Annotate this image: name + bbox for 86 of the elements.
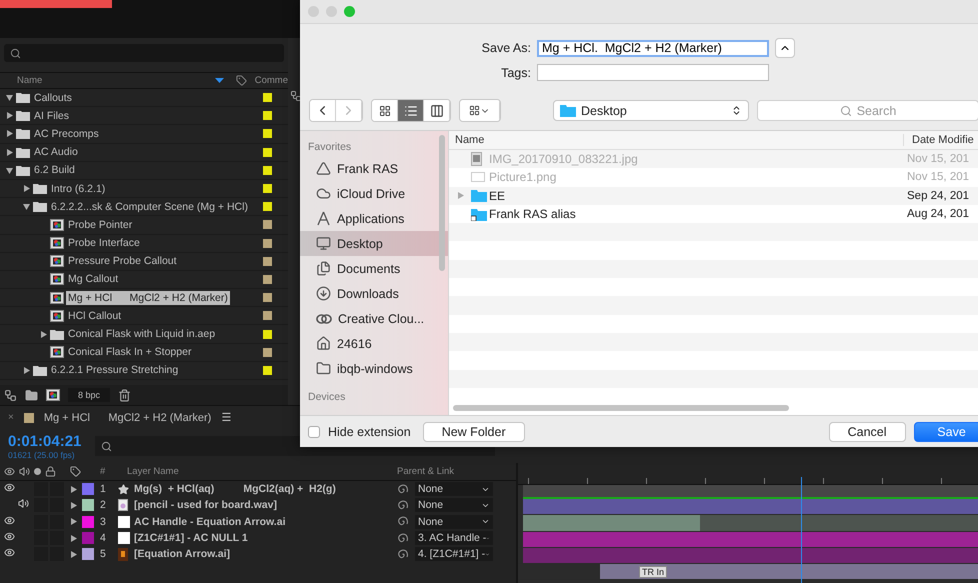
project-item[interactable]: Conical Flask with Liquid in.aep: [0, 325, 288, 344]
column-header: Parent & Link: [397, 466, 454, 477]
layer-number: 5: [100, 548, 106, 560]
project-item[interactable]: 6.2 Build: [0, 162, 288, 180]
project-item[interactable]: AC Precomps: [0, 125, 288, 144]
field-label: Tags:: [500, 66, 531, 80]
timecode[interactable]: 0:01:04:21: [8, 432, 95, 450]
project-item[interactable]: HCl Callout: [0, 307, 288, 326]
item-name: AI Files: [33, 108, 70, 123]
layer-row[interactable]: 2 [pencil - used for board.wav] None: [0, 497, 516, 514]
sidebar-item[interactable]: Frank RAS: [300, 156, 448, 181]
sidebar-item[interactable]: 24616: [300, 331, 448, 356]
sidebar-item[interactable]: ibqb-windows: [300, 356, 448, 381]
column-header[interactable]: Name: [17, 75, 215, 86]
section-title: Devices: [307, 390, 346, 405]
parent-dropdown[interactable]: 4. [Z1C#1#1] -: [415, 547, 493, 562]
column-header: Layer Name: [127, 466, 179, 477]
project-item[interactable]: Pressure Probe Callout: [0, 252, 288, 271]
layer-marker[interactable]: TR In: [639, 566, 668, 578]
parent-dropdown[interactable]: None: [415, 514, 493, 529]
dialog-button[interactable]: New Folder: [422, 422, 525, 442]
item-name: HCl Callout: [67, 308, 122, 323]
project-item[interactable]: Conical Flask In + Stopper: [0, 344, 288, 362]
sidebar-item[interactable]: Applications: [300, 206, 448, 231]
save-button[interactable]: Save: [914, 422, 978, 442]
column-header[interactable]: Date Modifie: [904, 134, 974, 146]
project-item[interactable]: Callouts: [0, 89, 288, 108]
file-name-field[interactable]: Mg + HCl. MgCl2 + H2 (Marker): [537, 40, 769, 56]
item-name: Mg Callout: [67, 272, 120, 286]
layer-number: 3: [100, 516, 106, 528]
location-dropdown[interactable]: Desktop: [553, 100, 749, 121]
item-name: Callouts: [33, 90, 73, 105]
project-item[interactable]: Probe Interface: [0, 234, 288, 253]
parent-dropdown[interactable]: None: [415, 498, 493, 512]
item-name: Conical Flask In + Stopper: [67, 345, 192, 360]
sidebar-item[interactable]: Documents: [300, 256, 448, 281]
file-row[interactable]: EE Sep 24, 201: [449, 186, 978, 205]
frame-count: 01621 (25.00 fps): [8, 450, 76, 460]
column-header: #: [100, 466, 106, 477]
checkbox-label[interactable]: Hide extension: [328, 424, 411, 438]
item-name: Mg + HCl MgCl2 + H2 (Marker): [66, 290, 230, 305]
field-label: Save As:: [480, 41, 531, 55]
item-name: Conical Flask with Liquid in.aep: [67, 327, 216, 342]
layer-name[interactable]: AC Handle - Equation Arrow.ai: [134, 516, 286, 528]
item-name: Probe Interface: [67, 236, 141, 250]
layer-name[interactable]: [Z1C#1#1] - AC NULL 1: [134, 532, 248, 544]
column-header[interactable]: Comme: [254, 75, 288, 86]
item-name: 6.2 Build: [33, 163, 76, 178]
project-item[interactable]: 6.2.2.2...sk & Computer Scene (Mg + HCl): [0, 198, 288, 216]
item-name: 6.2.2.2...sk & Computer Scene (Mg + HCl): [50, 200, 249, 214]
column-header[interactable]: Name: [449, 134, 904, 146]
layer-name[interactable]: [pencil - used for board.wav]: [134, 499, 277, 512]
close-icon[interactable]: ×: [8, 412, 14, 423]
layer-number: 1: [100, 483, 106, 496]
item-name: Pressure Probe Callout: [67, 254, 178, 268]
project-item[interactable]: AI Files: [0, 107, 288, 126]
item-name: 6.2.2.1 Pressure Stretching: [50, 363, 180, 378]
dialog-button[interactable]: Cancel: [828, 422, 906, 442]
layer-number: 2: [100, 499, 106, 512]
project-item[interactable]: Mg + HCl MgCl2 + H2 (Marker): [0, 289, 288, 308]
layer-row[interactable]: 4 [Z1C#1#1] - AC NULL 1 3. AC Handle -: [0, 530, 516, 546]
parent-dropdown[interactable]: None: [415, 482, 493, 496]
sidebar-item[interactable]: Desktop: [300, 231, 448, 256]
layer-row[interactable]: 1 Mg(s) + HCl(aq) MgCl2(aq) + H2(g) None: [0, 481, 516, 498]
layer-name[interactable]: [Equation Arrow.ai]: [134, 548, 230, 560]
composition-tab[interactable]: Mg + HCl MgCl2 + H2 (Marker): [44, 412, 212, 424]
project-item[interactable]: Probe Pointer: [0, 216, 288, 234]
menu-icon[interactable]: ☰: [221, 411, 232, 424]
project-item[interactable]: AC Audio: [0, 144, 288, 162]
item-name: Intro (6.2.1): [50, 182, 106, 196]
item-name: AC Audio: [33, 145, 79, 160]
bit-depth-button[interactable]: 8 bpc: [68, 388, 110, 402]
item-name: Probe Pointer: [67, 218, 134, 232]
sidebar-item[interactable]: Downloads: [300, 281, 448, 306]
layer-row[interactable]: 3 AC Handle - Equation Arrow.ai None: [0, 514, 516, 530]
sidebar-item[interactable]: Creative Clou...: [300, 306, 448, 331]
layer-row[interactable]: 5 [Equation Arrow.ai] 4. [Z1C#1#1] -: [0, 546, 516, 562]
parent-dropdown[interactable]: 3. AC Handle -: [415, 531, 493, 546]
item-name: AC Precomps: [33, 126, 100, 141]
project-item[interactable]: 6.2.2.1 Pressure Stretching: [0, 362, 288, 380]
project-item[interactable]: Intro (6.2.1): [0, 180, 288, 198]
sidebar-item[interactable]: iCloud Drive: [300, 181, 448, 206]
layer-number: 4: [100, 532, 106, 544]
layer-name[interactable]: Mg(s) + HCl(aq) MgCl2(aq) + H2(g): [134, 483, 336, 496]
section-title: Favorites: [307, 140, 352, 155]
project-item[interactable]: Mg Callout: [0, 270, 288, 290]
